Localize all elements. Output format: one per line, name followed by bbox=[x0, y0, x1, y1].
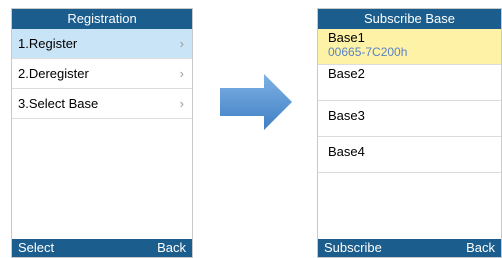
base-list-item-base4[interactable]: Base4 bbox=[318, 137, 501, 173]
chevron-right-icon: › bbox=[179, 96, 184, 111]
base-list-item-base3[interactable]: Base3 bbox=[318, 101, 501, 137]
chevron-right-icon: › bbox=[179, 66, 184, 81]
base-name: Base2 bbox=[328, 66, 365, 81]
softkey-bar: Select Back bbox=[12, 239, 192, 257]
registration-screen: Registration 1.Register › 2.Deregister ›… bbox=[11, 8, 193, 258]
arrow-right-icon bbox=[220, 74, 292, 130]
menu-item-label: 2.Deregister bbox=[18, 66, 89, 81]
menu-item-label: 3.Select Base bbox=[18, 96, 99, 111]
registration-title: Registration bbox=[12, 9, 192, 29]
select-softkey[interactable]: Select bbox=[18, 239, 54, 257]
chevron-right-icon: › bbox=[179, 36, 184, 51]
base-list-item-base1[interactable]: Base1 00665-7C200h bbox=[318, 29, 501, 65]
base-list-item-base2[interactable]: Base2 bbox=[318, 65, 501, 101]
back-softkey[interactable]: Back bbox=[157, 239, 186, 257]
back-softkey[interactable]: Back bbox=[466, 239, 495, 257]
base-name: Base4 bbox=[328, 144, 365, 159]
menu-item-label: 1.Register bbox=[18, 36, 78, 51]
menu-item-register[interactable]: 1.Register › bbox=[12, 29, 192, 59]
softkey-bar: Subscribe Back bbox=[318, 239, 501, 257]
subscribe-base-screen: Subscribe Base Base1 00665-7C200h Base2 … bbox=[317, 8, 502, 258]
base-name: Base1 bbox=[328, 30, 365, 45]
subscribe-base-title: Subscribe Base bbox=[318, 9, 501, 29]
menu-item-select-base[interactable]: 3.Select Base › bbox=[12, 89, 192, 119]
subscribe-softkey[interactable]: Subscribe bbox=[324, 239, 382, 257]
menu-item-deregister[interactable]: 2.Deregister › bbox=[12, 59, 192, 89]
base-id: 00665-7C200h bbox=[328, 45, 408, 59]
base-name: Base3 bbox=[328, 108, 365, 123]
